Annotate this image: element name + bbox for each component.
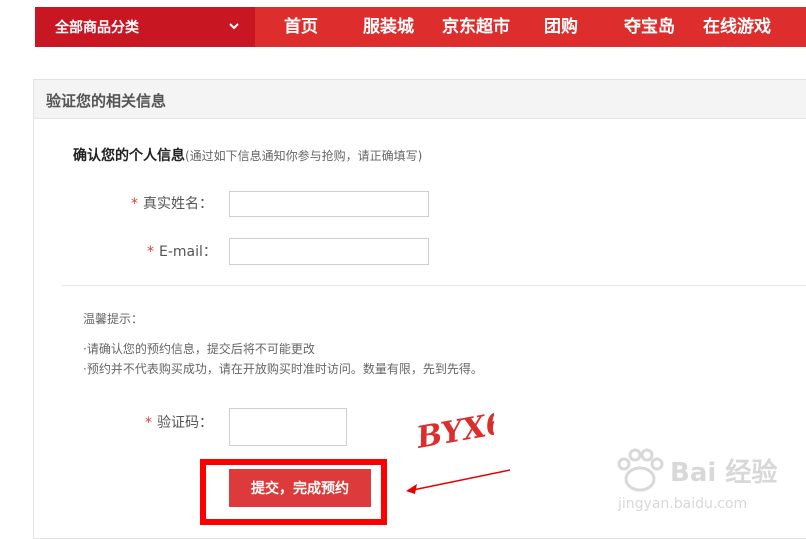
baidu-jingyan-watermark: Bai 经验 jingyan.baidu.com <box>612 446 782 524</box>
nav-item-home[interactable]: 首页 <box>284 7 318 47</box>
nav-item-clothing[interactable]: 服装城 <box>363 7 414 47</box>
captcha-image[interactable]: BYX6 <box>412 404 494 454</box>
tips-title: 温馨提示： <box>83 312 144 326</box>
name-label-text: 真实姓名： <box>143 196 213 212</box>
name-field-label: * 真实姓名： <box>131 193 213 213</box>
required-mark: * <box>147 244 154 260</box>
email-input[interactable] <box>229 238 429 265</box>
email-field-label: * E-mail： <box>147 241 217 261</box>
all-categories-menu[interactable]: 全部商品分类 <box>35 7 255 47</box>
personal-info-heading: 确认您的个人信息(通过如下信息通知你参与抢购，请正确填写) <box>73 145 422 165</box>
tip-line: ·请确认您的预约信息，提交后将不可能更改 <box>83 342 315 356</box>
watermark-brand: Bai 经验 <box>670 458 778 488</box>
required-mark: * <box>145 415 152 431</box>
chevron-down-icon <box>229 23 239 30</box>
personal-info-title: 确认您的个人信息 <box>73 148 185 164</box>
all-categories-label: 全部商品分类 <box>55 20 139 36</box>
panel-title: 验证您的相关信息 <box>46 92 167 110</box>
email-label-text: E-mail： <box>159 244 217 260</box>
personal-info-note: (通过如下信息通知你参与抢购，请正确填写) <box>185 149 423 163</box>
captcha-field-label: * 验证码： <box>145 412 213 432</box>
annotation-arrow-icon <box>406 469 511 494</box>
nav-item-group-buy[interactable]: 团购 <box>544 7 578 47</box>
paw-logo-icon <box>617 448 664 492</box>
captcha-text: BYX6 <box>413 406 494 454</box>
nav-item-online-games[interactable]: 在线游戏 <box>703 7 771 47</box>
nav-item-treasure-island[interactable]: 夺宝岛 <box>624 7 675 47</box>
required-mark: * <box>131 196 138 212</box>
captcha-input[interactable] <box>229 408 347 446</box>
section-divider <box>62 285 806 286</box>
main-nav: 全部商品分类 首页 服装城 京东超市 团购 夺宝岛 在线游戏 <box>35 7 806 47</box>
nav-item-supermarket[interactable]: 京东超市 <box>442 7 510 47</box>
captcha-label-text: 验证码： <box>157 415 213 431</box>
watermark-url: jingyan.baidu.com <box>618 496 748 512</box>
panel-header: 验证您的相关信息 <box>34 80 806 119</box>
real-name-input[interactable] <box>229 191 429 217</box>
tip-line: ·预约并不代表购买成功，请在开放购买时准时访问。数量有限，先到先得。 <box>83 362 483 376</box>
submit-reservation-button[interactable]: 提交，完成预约 <box>229 469 371 507</box>
